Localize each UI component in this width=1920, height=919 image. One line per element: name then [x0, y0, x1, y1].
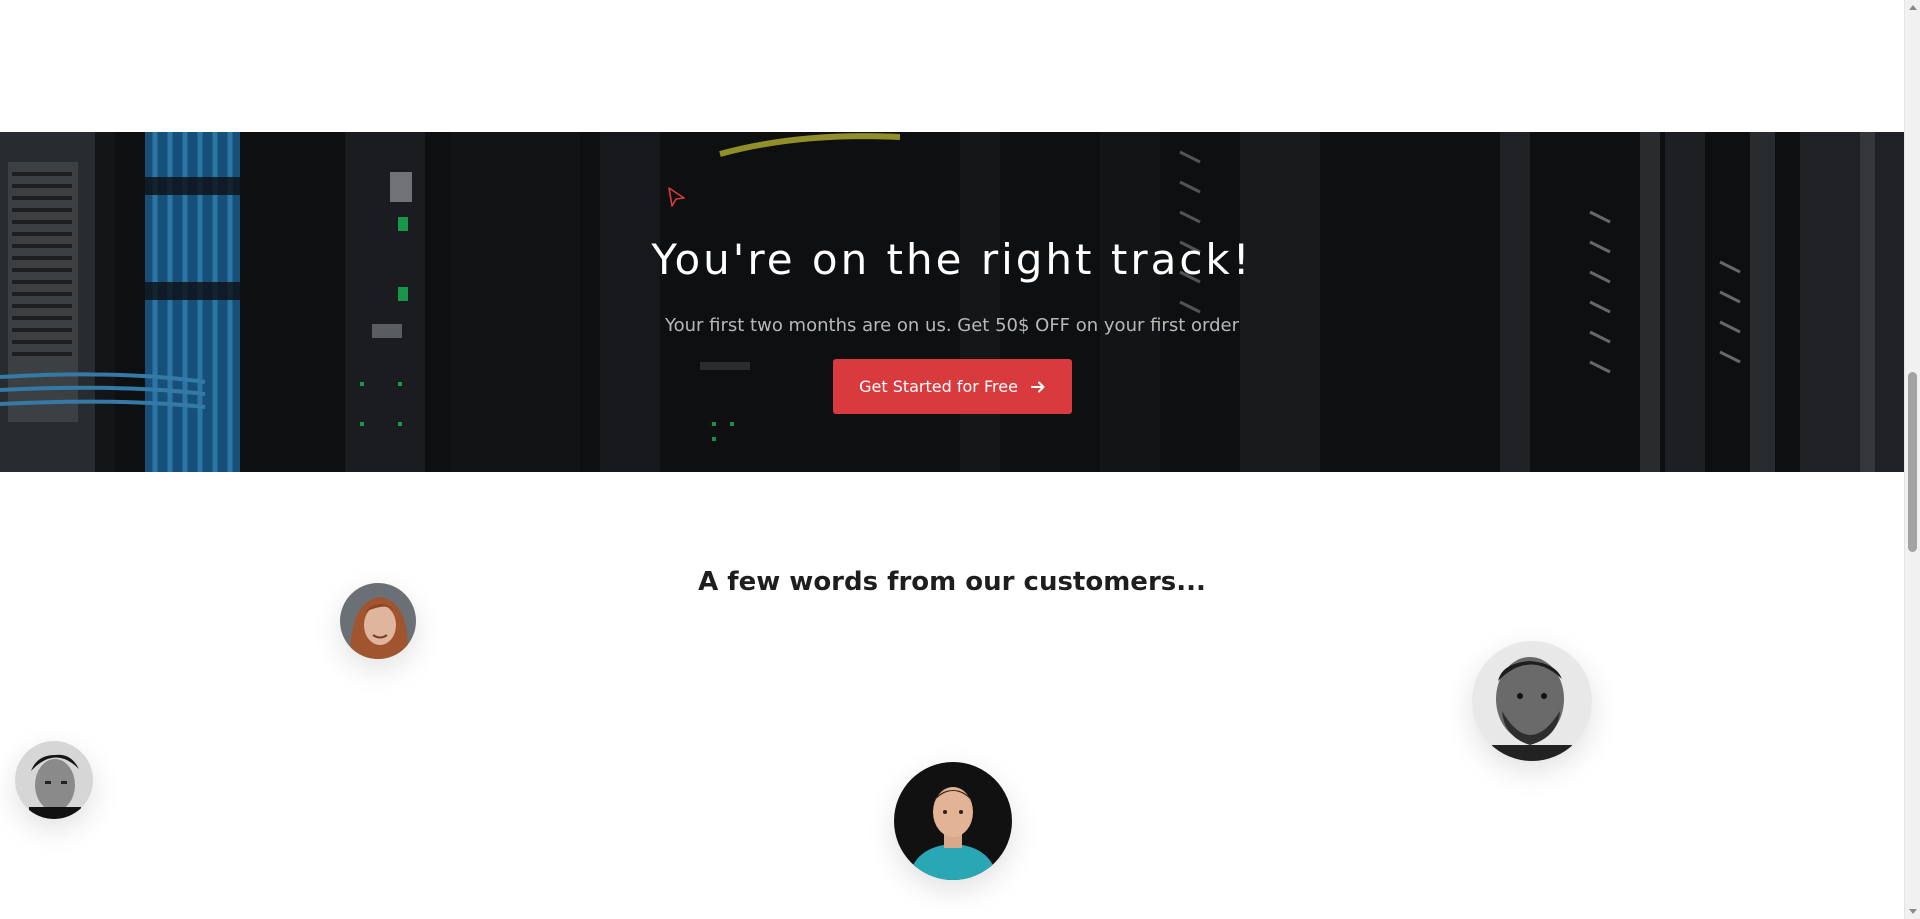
cursor-icon [668, 187, 685, 207]
bearded-man-avatar[interactable] [1472, 641, 1592, 761]
man-avatar-bw[interactable] [15, 741, 93, 819]
scroll-down-arrow-icon[interactable] [1905, 903, 1920, 919]
banner-overlay [0, 132, 1904, 472]
get-started-label: Get Started for Free [859, 377, 1018, 396]
man-avatar-teal-shirt[interactable] [894, 762, 1012, 880]
scroll-thumb[interactable] [1908, 372, 1917, 552]
scroll-up-arrow-icon[interactable] [1905, 0, 1920, 16]
landing-page: You're on the right track! Your first tw… [0, 0, 1920, 919]
cta-banner: You're on the right track! Your first tw… [0, 132, 1904, 472]
page-scrollbar[interactable] [1904, 0, 1920, 919]
get-started-button[interactable]: Get Started for Free [833, 359, 1072, 414]
testimonials-title: A few words from our customers... [698, 567, 1206, 597]
cta-subtitle: Your first two months are on us. Get 50$… [665, 315, 1239, 336]
arrow-right-icon [1030, 381, 1045, 392]
woman-avatar[interactable] [340, 583, 416, 659]
cta-title: You're on the right track! [651, 235, 1253, 284]
